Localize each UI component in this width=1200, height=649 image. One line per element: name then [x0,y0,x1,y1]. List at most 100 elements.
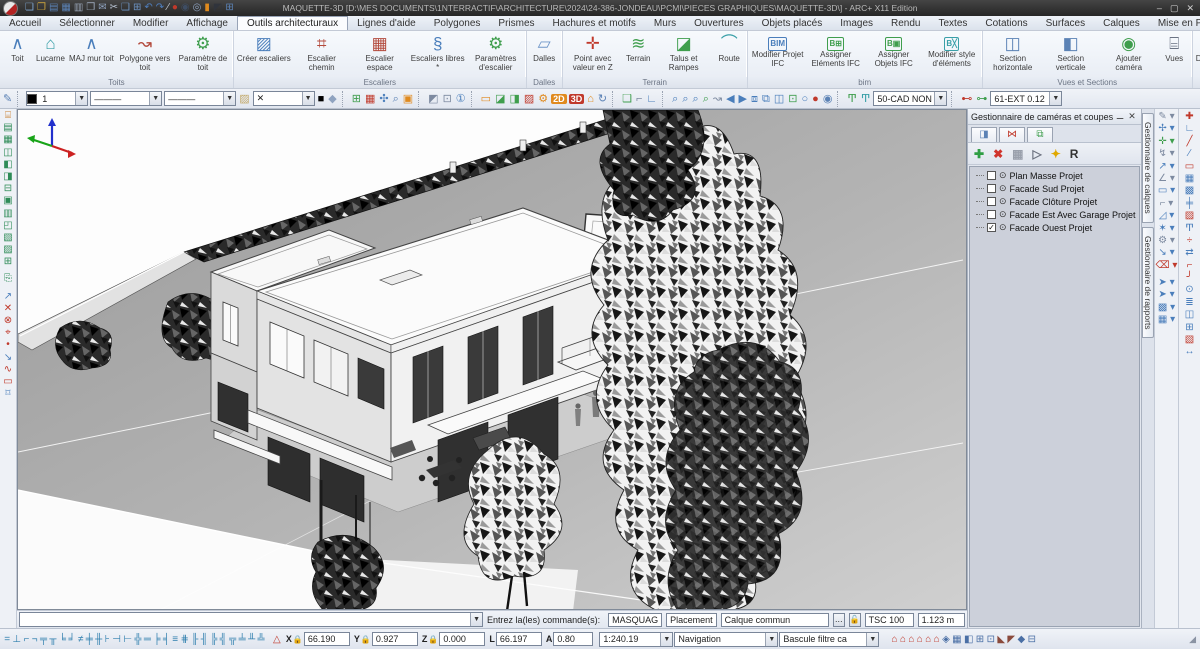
menu-tab-accueil[interactable]: Accueil [0,16,50,30]
dim-line-icon[interactable]: ╱ [1186,136,1192,148]
wall-join-tool-icon[interactable]: ╥ [48,634,57,645]
camera-eye-icon[interactable]: ⊙ [999,209,1007,220]
wall-join-tool-icon[interactable]: ╞ [152,634,161,645]
save-icon[interactable]: ▤ [49,1,58,15]
panel-close-icon[interactable]: ✕ [1126,111,1138,122]
menu-tab-calques[interactable]: Calques [1094,16,1149,30]
wall-join-tool-icon[interactable]: ╠ [209,634,218,645]
grid-settings-icon[interactable]: ⊞ [351,90,362,108]
edit-tool-icon[interactable]: ✎ ▾ [1158,111,1174,123]
visibility-checkbox[interactable] [987,197,996,206]
wall-join-tool-icon[interactable]: ╪ [85,634,94,645]
wall-join-tool-icon[interactable]: ╤ [39,634,48,645]
filled-ellipse-icon[interactable]: ● [811,90,820,108]
menu-tab-ouvertures[interactable]: Ouvertures [685,16,752,30]
corner-icon[interactable]: ⌐ ▾ [1160,198,1174,210]
layer-lock-button[interactable]: 🔓 [849,613,861,627]
wall-join-tool-icon[interactable]: ╛ [67,634,76,645]
ellipse-tool-icon[interactable]: ○ [801,90,810,108]
open-file-icon[interactable]: ❐ [37,1,46,15]
eye-icon[interactable]: ◉ [822,90,834,108]
wall-join-tool-icon[interactable]: ╟ [190,634,199,645]
menu-tab-polygones[interactable]: Polygones [425,16,490,30]
layer-select[interactable]: 1▼ [26,91,88,106]
texture-icon[interactable]: ▨ [523,90,535,108]
wall-tool-icon[interactable]: ▦ [3,134,12,146]
wall-tool-icon[interactable]: ▨ [3,244,12,256]
roof-view-icon[interactable]: ⌂ [899,634,907,645]
box-view-icon[interactable]: ⊡ [787,90,798,108]
menu-tab-prismes[interactable]: Prismes [489,16,543,30]
corner-view-icon[interactable]: ◤ [1006,634,1016,645]
camera-tree-item[interactable]: ✓⊙Facade Ouest Projet [970,221,1139,234]
save-as-icon[interactable]: ▦ [61,1,70,15]
x-coordinate[interactable]: 66.190 [304,632,350,646]
axes-icon[interactable]: ╪ [1186,198,1193,210]
fill-half-icon[interactable]: ◪ [494,90,506,108]
wall-tool-icon[interactable]: ◫ [3,147,12,159]
wall-join-tool-icon[interactable]: ╘ [58,634,67,645]
menu-tab-hachures-et-motifs[interactable]: Hachures et motifs [544,16,645,30]
menu-tab-affichage[interactable]: Affichage [177,16,237,30]
mode-2d-badge[interactable]: 2D [551,94,567,104]
wall-join-tool-icon[interactable]: ╨ [247,634,256,645]
y-lock-icon[interactable]: 🔒 [361,635,371,644]
wall-join-tool-icon[interactable]: ⌐ [22,634,30,645]
roof-view-icon[interactable]: ⌂ [924,634,932,645]
palette-icon[interactable]: ▦ [364,90,376,108]
a-coordinate[interactable]: 0.80 [553,632,593,646]
wall-tool-icon[interactable]: ▧ [3,232,12,244]
menu-tab-modifier[interactable]: Modifier [124,16,178,30]
drawing-viewport[interactable] [17,109,967,610]
split-view-icon[interactable]: ⊡ [985,634,996,645]
snap-free-icon[interactable]: ↗ [4,291,12,303]
mask-button[interactable]: ▦ [1012,147,1023,161]
snap-cross-icon[interactable]: ✕ [4,303,12,315]
wall-tool-icon[interactable]: ◨ [3,171,12,183]
dim-plus-icon[interactable]: ✚ [1185,111,1193,123]
ribbon-button-polygone-vers-toit[interactable]: ↝Polygone vers toit [116,32,174,77]
layer-browse-button[interactable]: … [833,613,845,627]
ext-ref-icon[interactable]: ⊷ [960,90,973,108]
list-icon[interactable]: ≣ [1185,297,1193,309]
pen-style-select[interactable]: ———▼ [90,91,162,106]
snap-intersection-icon[interactable]: ⊗ [4,315,12,327]
property-pen-icon[interactable]: ✎ [2,90,13,108]
roof-view-icon[interactable]: ⌂ [932,634,940,645]
ribbon-button-escalier-chemin[interactable]: ⌗Escalier chemin [293,32,351,77]
new-file-icon[interactable]: ❏ [25,1,34,15]
wall-join-tool-icon[interactable]: ╩ [256,634,265,645]
wall-join-tool-icon[interactable]: ⋕ [179,634,190,645]
ribbon-button-param-tre-de-toit[interactable]: ⚙Paramètre de toit [174,32,232,77]
zoom-out-icon[interactable]: ⌕ [681,90,689,108]
preview-icon[interactable]: ❒ [86,1,95,15]
hatch-icon[interactable]: ▨ [1185,210,1194,222]
copy-move-icon[interactable]: ✛ ▾ [1158,136,1174,148]
tab-cameras[interactable]: ◨ [971,127,997,142]
dim-rect-icon[interactable]: ▭ [1185,161,1194,173]
ribbon-button-cr-er-escaliers[interactable]: ▨Créer escaliers [235,32,293,77]
redo-icon[interactable]: ↷ [156,1,164,15]
wall-join-tool-icon[interactable]: ╦ [228,634,237,645]
column-icon[interactable]: ◫ [1185,309,1194,321]
copy-icon[interactable]: ❑ [121,1,130,15]
wall-join-tool-icon[interactable]: ⊥ [11,634,22,645]
wall-join-tool-icon[interactable]: ⊦ [103,634,111,645]
menu-tab-images[interactable]: Images [831,16,882,30]
highlight-icon[interactable]: ▮ [204,1,210,15]
snap-node-icon[interactable]: ⌖ [5,327,11,339]
wall-tool-icon[interactable]: ◧ [3,159,12,171]
roof-view-icon[interactable]: ⌂ [916,634,924,645]
wall-join-tool-icon[interactable]: ╬ [133,634,142,645]
corner-view-icon[interactable]: ◣ [996,634,1006,645]
ribbon-button-escaliers-libres-[interactable]: §Escaliers libres * [409,32,467,77]
visibility-checkbox[interactable]: ✓ [987,223,996,232]
ribbon-button-section-verticale[interactable]: ◧Section verticale [1042,32,1100,77]
undo-icon[interactable]: ↶ [144,1,152,15]
wall-join-tool-icon[interactable]: ╣ [218,634,227,645]
grid-dense-icon[interactable]: ▩ [1185,185,1194,197]
print-icon[interactable]: ▥ [74,1,83,15]
l-coordinate[interactable]: 66.197 [496,632,542,646]
select-all-icon[interactable]: ▩ ▾ [1158,302,1175,314]
zoom-in-icon[interactable]: ⌕ [671,90,679,108]
